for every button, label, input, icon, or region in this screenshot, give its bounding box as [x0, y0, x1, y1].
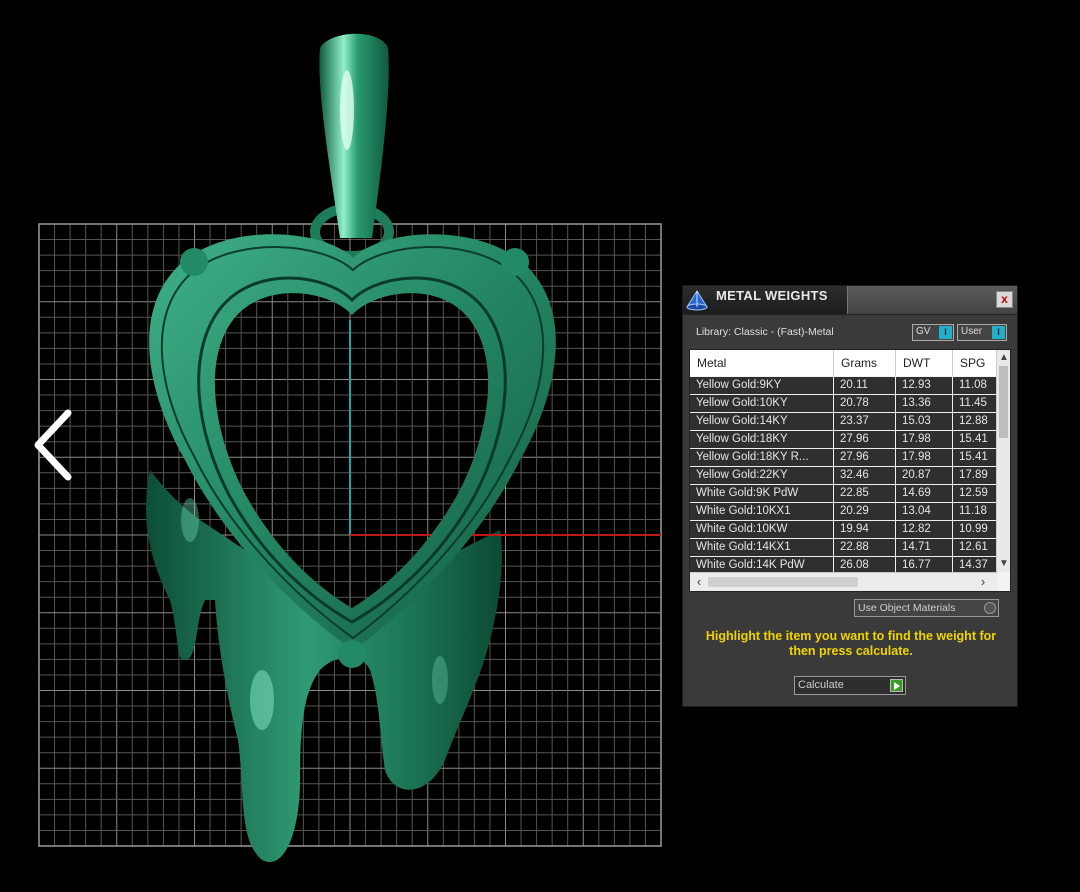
spg-cell: 10.99 [953, 521, 998, 538]
scroll-right-icon[interactable]: › [976, 575, 990, 589]
metal-name-cell: Yellow Gold:14KY [690, 413, 834, 430]
table-row[interactable]: White Gold:10KX1 20.29 13.04 11.18 [690, 503, 998, 521]
metal-name-cell: White Gold:14K PdW [690, 557, 834, 572]
spg-cell: 14.37 [953, 557, 998, 572]
table-row[interactable]: Yellow Gold:18KY 27.96 17.98 15.41 [690, 431, 998, 449]
grams-cell: 27.96 [834, 431, 896, 448]
grams-cell: 20.78 [834, 395, 896, 412]
table-row[interactable]: Yellow Gold:18KY R... 27.96 17.98 15.41 [690, 449, 998, 467]
dwt-cell: 12.82 [896, 521, 953, 538]
spg-cell: 15.41 [953, 449, 998, 466]
dwt-cell: 20.87 [896, 467, 953, 484]
table-row[interactable]: Yellow Gold:9KY 20.11 12.93 11.08 [690, 377, 998, 395]
vertical-scroll-thumb[interactable] [999, 366, 1008, 438]
spg-cell: 12.61 [953, 539, 998, 556]
grams-cell: 23.37 [834, 413, 896, 430]
grams-cell: 20.29 [834, 503, 896, 520]
metal-name-cell: Yellow Gold:9KY [690, 377, 834, 394]
library-label: Library: Classic - (Fast)-Metal [696, 326, 834, 338]
metal-weights-icon [686, 290, 708, 311]
gv-toggle-label: GV [916, 326, 931, 337]
user-toggle-label: User [961, 326, 983, 337]
back-chevron-icon[interactable] [30, 405, 80, 485]
spg-cell: 11.18 [953, 503, 998, 520]
gv-toggle[interactable]: GV I [912, 324, 954, 341]
spg-cell: 15.41 [953, 431, 998, 448]
spg-cell: 12.88 [953, 413, 998, 430]
scroll-down-icon[interactable]: ▼ [998, 557, 1010, 571]
spg-cell: 17.89 [953, 467, 998, 484]
calculate-button[interactable]: Calculate [794, 676, 906, 695]
dwt-cell: 17.98 [896, 431, 953, 448]
close-button[interactable]: x [996, 291, 1013, 308]
metal-name-cell: White Gold:9K PdW [690, 485, 834, 502]
metal-name-cell: White Gold:14KX1 [690, 539, 834, 556]
horizontal-scrollbar[interactable]: ‹ › [690, 572, 998, 591]
user-toggle[interactable]: User I [957, 324, 1007, 341]
dwt-cell: 12.93 [896, 377, 953, 394]
table-row[interactable]: Yellow Gold:14KY 23.37 15.03 12.88 [690, 413, 998, 431]
table-row[interactable]: Yellow Gold:10KY 20.78 13.36 11.45 [690, 395, 998, 413]
dwt-cell: 15.03 [896, 413, 953, 430]
vertical-scrollbar[interactable]: ▲ ▼ [996, 350, 1010, 572]
dwt-cell: 13.36 [896, 395, 953, 412]
grams-cell: 27.96 [834, 449, 896, 466]
grams-cell: 32.46 [834, 467, 896, 484]
grams-cell: 22.85 [834, 485, 896, 502]
hint-text: Highlight the item you want to find the … [705, 629, 997, 658]
grams-cell: 22.88 [834, 539, 896, 556]
table-row[interactable]: White Gold:9K PdW 22.85 14.69 12.59 [690, 485, 998, 503]
use-object-materials-option[interactable]: Use Object Materials [854, 599, 999, 617]
metal-weights-panel: METAL WEIGHTS x Library: Classic - (Fast… [682, 285, 1018, 707]
scroll-up-icon[interactable]: ▲ [998, 351, 1010, 365]
dwt-cell: 16.77 [896, 557, 953, 572]
table-row[interactable]: White Gold:14K PdW 26.08 16.77 14.37 [690, 557, 998, 572]
metal-table: Metal Grams DWT SPG Yellow Gold:9KY 20.11… [689, 349, 1011, 592]
metal-name-cell: Yellow Gold:22KY [690, 467, 834, 484]
dwt-cell: 14.69 [896, 485, 953, 502]
use-object-materials-label: Use Object Materials [858, 602, 956, 614]
table-row[interactable]: White Gold:10KW 19.94 12.82 10.99 [690, 521, 998, 539]
spg-cell: 11.08 [953, 377, 998, 394]
metal-name-cell: Yellow Gold:18KY [690, 431, 834, 448]
scroll-left-icon[interactable]: ‹ [692, 575, 706, 589]
metal-name-cell: White Gold:10KW [690, 521, 834, 538]
radio-icon[interactable] [984, 602, 996, 614]
panel-titlebar[interactable]: METAL WEIGHTS x [683, 286, 1017, 315]
user-toggle-indicator: I [992, 326, 1005, 339]
dwt-cell: 13.04 [896, 503, 953, 520]
panel-title-tab: METAL WEIGHTS [683, 286, 848, 314]
panel-title: METAL WEIGHTS [716, 288, 828, 303]
metal-name-cell: White Gold:10KX1 [690, 503, 834, 520]
horizontal-scroll-thumb[interactable] [708, 577, 858, 587]
dwt-cell: 17.98 [896, 449, 953, 466]
table-header: Metal Grams DWT SPG [690, 350, 998, 376]
dwt-cell: 14.71 [896, 539, 953, 556]
table-row[interactable]: White Gold:14KX1 22.88 14.71 12.61 [690, 539, 998, 557]
calculate-label: Calculate [798, 679, 844, 691]
grams-cell: 20.11 [834, 377, 896, 394]
column-header-dwt[interactable]: DWT [896, 350, 953, 376]
play-icon[interactable] [890, 679, 903, 692]
grams-cell: 26.08 [834, 557, 896, 572]
table-rows: Yellow Gold:9KY 20.11 12.93 11.08 Yellow Gol… [690, 377, 998, 572]
column-header-metal[interactable]: Metal [690, 350, 834, 376]
spg-cell: 12.59 [953, 485, 998, 502]
metal-name-cell: Yellow Gold:10KY [690, 395, 834, 412]
metal-name-cell: Yellow Gold:18KY R... [690, 449, 834, 466]
column-header-spg[interactable]: SPG [953, 350, 998, 376]
grams-cell: 19.94 [834, 521, 896, 538]
gv-toggle-indicator: I [939, 326, 952, 339]
table-row[interactable]: Yellow Gold:22KY 32.46 20.87 17.89 [690, 467, 998, 485]
column-header-grams[interactable]: Grams [834, 350, 896, 376]
spg-cell: 11.45 [953, 395, 998, 412]
